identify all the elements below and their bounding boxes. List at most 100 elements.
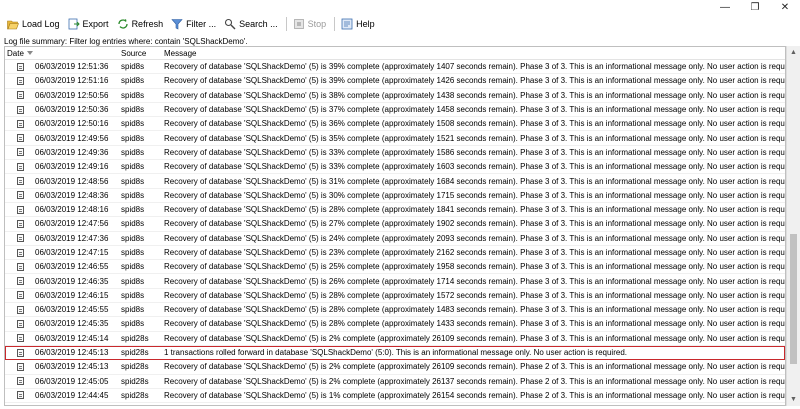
table-row[interactable]: 06/03/2019 12:48:56 spid8s Recovery of dat… [5,174,785,189]
cell-message: Recovery of database 'SQLShackDemo' (5) … [164,176,785,186]
cell-source: spid8s [121,176,145,186]
table-row[interactable]: 06/03/2019 12:45:13 spid28s Recovery of da… [5,360,785,375]
table-row[interactable]: 06/03/2019 12:47:15 spid8s Recovery of dat… [5,246,785,261]
cell-source: spid8s [121,290,145,300]
cell-date: 06/03/2019 12:50:56 [35,90,109,100]
log-entry-icon [5,277,35,286]
cell-message: Recovery of database 'SQLShackDemo' (5) … [164,76,785,86]
stop-button[interactable]: Stop [290,15,330,33]
cell-source: spid28s [121,405,164,406]
folder-open-icon [7,18,19,30]
log-entry-icon [5,291,35,300]
cell-message: Recovery of database 'SQLShackDemo' (5) … [164,190,785,200]
log-entry-icon [5,234,35,243]
cell-source: spid8s [121,276,145,286]
cell-date: 06/03/2019 12:51:36 [35,62,109,72]
cell-message: Recovery of database 'SQLShackDemo' (5) … [164,147,785,157]
table-row[interactable]: 06/03/2019 12:50:16 spid8s Recovery of dat… [5,117,785,132]
load-log-label: Load Log [22,19,60,29]
table-row[interactable]: 06/03/2019 12:45:05 spid28s Recovery of da… [5,375,785,389]
cell-date: 06/03/2019 12:47:15 [35,248,109,257]
search-button[interactable]: Search ... [221,15,281,33]
cell-date: 06/03/2019 12:45:13 [35,362,109,372]
log-entry-icon [5,76,35,85]
export-label: Export [82,19,109,29]
cell-message: Recovery of database 'SQLShackDemo' (5) … [164,376,785,386]
cell-source: spid8s [121,233,145,243]
filter-label: Filter ... [186,19,217,29]
log-entry-icon [5,377,35,386]
cell-source: spid8s [121,90,145,100]
table-row[interactable]: 06/03/2019 12:45:35 spid8s Recovery of dat… [5,317,785,332]
log-entry-icon [5,319,35,328]
column-date-label: Date [7,48,24,58]
cell-message: Recovery of database 'SQLShackDemo' (5) … [164,205,785,215]
cell-source: spid28s [121,333,149,343]
window-controls: — ❐ ✕ [710,0,800,14]
table-row[interactable]: 06/03/2019 12:46:35 spid8s Recovery of dat… [5,274,785,289]
table-row[interactable]: 06/03/2019 12:50:56 spid8s Recovery of dat… [5,89,785,103]
table-row[interactable]: 06/03/2019 12:45:14 spid28s Recovery of da… [5,332,785,346]
export-button[interactable]: Export [65,15,112,33]
table-row[interactable]: 06/03/2019 12:45:55 spid8s Recovery of dat… [5,303,785,318]
help-button[interactable]: Help [338,15,378,33]
cell-source: spid8s [121,248,145,257]
column-header-message[interactable]: Message [164,49,785,58]
cell-message: Recovery of database 'SQLShackDemo' (5) … [164,319,785,329]
log-entry-icon [5,191,35,200]
scroll-thumb[interactable] [790,234,797,364]
cell-source: spid8s [121,76,145,86]
scroll-down-icon[interactable]: ▼ [787,393,800,406]
cell-source: spid8s [121,119,145,129]
table-row[interactable]: 06/03/2019 12:47:36 spid8s Recovery of dat… [5,232,785,246]
log-entry-icon [5,62,35,71]
table-row[interactable]: 06/03/2019 12:49:16 spid8s Recovery of dat… [5,160,785,175]
load-log-button[interactable]: Load Log [4,15,63,33]
log-grid[interactable]: Date Source Message 06/03/2019 12:51:36 s… [4,46,786,406]
cell-date: 06/03/2019 12:50:16 [35,119,109,129]
cell-date: 06/03/2019 12:46:55 [35,262,109,272]
column-header-date[interactable]: Date [5,49,35,58]
table-row[interactable]: 06/03/2019 12:45:13 spid28s 1 transactions… [5,345,785,361]
toolbar-separator [285,17,287,31]
log-entry-icon [5,362,35,371]
table-row[interactable]: 06/03/2019 12:47:56 spid8s Recovery of dat… [5,217,785,232]
cell-message: Recovery of database 'SQLShackDemo' (5) … [164,390,785,400]
table-row[interactable]: 06/03/2019 12:46:55 spid8s Recovery of dat… [5,260,785,275]
filter-button[interactable]: Filter ... [168,15,219,33]
cell-message: Recovery of database 'SQLShackDemo' (5) … [164,305,785,315]
cell-message: Recovery of database 'SQLShackDemo' (5) … [164,276,785,286]
table-row[interactable]: 06/03/2019 12:51:16 spid8s Recovery of dat… [5,74,785,89]
column-header-source[interactable]: Source [121,49,164,58]
table-row[interactable]: 06/03/2019 12:49:36 spid8s Recovery of dat… [5,146,785,161]
table-row[interactable]: 06/03/2019 12:50:36 spid8s Recovery of dat… [5,103,785,118]
cell-source: spid8s [121,305,145,315]
table-row[interactable]: 06/03/2019 12:44:25spid28sRecovery of da… [5,403,785,406]
minimize-icon[interactable]: — [710,0,740,14]
cell-message: Recovery of database 'SQLShackDemo' (5) … [164,405,785,406]
vertical-scrollbar[interactable]: ▲ ▼ [786,46,800,406]
restore-icon[interactable]: ❐ [740,0,770,14]
table-row[interactable]: 06/03/2019 12:48:36 spid8s Recovery of dat… [5,189,785,203]
toolbar-separator [334,17,336,31]
cell-source: spid8s [121,162,145,172]
cell-source: spid8s [121,133,145,143]
cell-message: Recovery of database 'SQLShackDemo' (5) … [164,162,785,172]
table-row[interactable]: 06/03/2019 12:44:45 spid28s Recovery of da… [5,389,785,404]
cell-source: spid28s [121,348,149,358]
table-row[interactable]: 06/03/2019 12:48:16 spid8s Recovery of dat… [5,203,785,218]
cell-date: 06/03/2019 12:49:16 [35,162,109,172]
cell-date: 06/03/2019 12:45:13 [35,348,109,358]
grid-header: Date Source Message [5,47,785,60]
close-icon[interactable]: ✕ [770,0,800,14]
table-row[interactable]: 06/03/2019 12:49:56 spid8s Recovery of dat… [5,131,785,146]
refresh-button[interactable]: Refresh [114,15,167,33]
stop-icon [293,18,305,30]
table-row[interactable]: 06/03/2019 12:51:36 spid8s Recovery of dat… [5,60,785,75]
cell-date: 06/03/2019 12:45:35 [35,319,109,329]
table-row[interactable]: 06/03/2019 12:46:15 spid8s Recovery of dat… [5,289,785,304]
cell-date: 06/03/2019 12:48:56 [35,176,109,186]
cell-source: spid8s [121,205,145,215]
scroll-up-icon[interactable]: ▲ [787,46,800,59]
cell-date: 06/03/2019 12:46:35 [35,276,109,286]
